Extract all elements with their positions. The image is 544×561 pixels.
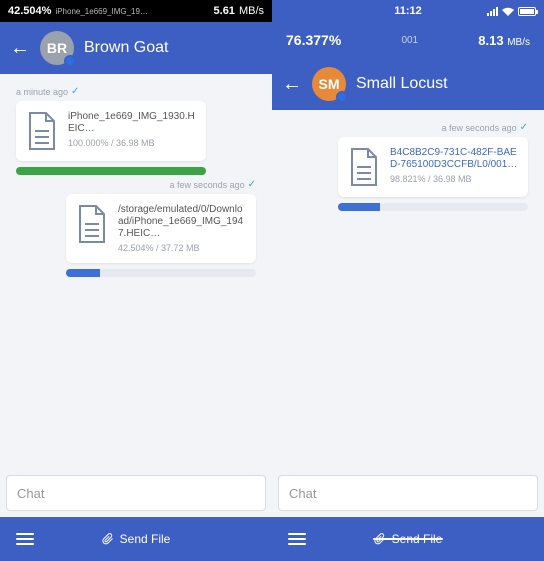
progress-bar <box>66 269 256 277</box>
status-bar: 11:12 <box>272 0 544 22</box>
contact-name: Brown Goat <box>84 39 168 57</box>
avatar[interactable]: BR <box>40 31 74 65</box>
signal-icon <box>487 7 498 16</box>
message-thread: a few seconds ago✓ B4C8B2C9-731C-482F-BA… <box>272 110 544 475</box>
message-incoming[interactable]: iPhone_1e669_IMG_1930.HEIC… 100.000% / 3… <box>6 101 266 161</box>
message-timestamp: a few seconds ago✓ <box>16 179 256 190</box>
status-rate-unit: MB/s <box>239 5 264 17</box>
chat-header: ← SM Small Locust <box>272 58 544 110</box>
footer-bar: Send File <box>272 517 544 561</box>
progress-bar <box>16 167 206 175</box>
chat-header: ← BR Brown Goat <box>0 22 272 74</box>
chat-placeholder: Chat <box>17 486 44 501</box>
check-icon: ✓ <box>71 86 79 97</box>
paperclip-icon <box>374 533 386 545</box>
avatar[interactable]: SM <box>312 67 346 101</box>
chat-input[interactable]: Chat <box>278 475 538 511</box>
paperclip-icon <box>102 533 114 545</box>
presence-dot-icon <box>64 55 76 67</box>
phone-right: 11:12 76.377% 001 8.13 MB/s ← SM Small L… <box>272 0 544 561</box>
status-time: 11:12 <box>394 5 422 17</box>
status-rate-val: 5.61 <box>214 5 235 17</box>
check-icon: ✓ <box>520 122 528 133</box>
check-icon: ✓ <box>248 179 256 190</box>
file-name: iPhone_1e669_IMG_1930.HEIC… <box>68 111 196 135</box>
phone-left: 42.504% iPhone_1e669_IMG_19… 5.61 MB/s ←… <box>0 0 272 561</box>
chat-input[interactable]: Chat <box>6 475 266 511</box>
document-icon <box>76 204 108 244</box>
message-outgoing[interactable]: B4C8B2C9-731C-482F-BAED-765100D3CCFB/L0/… <box>278 137 538 197</box>
menu-button[interactable] <box>272 533 322 545</box>
chat-placeholder: Chat <box>289 486 316 501</box>
file-meta: 98.821% / 36.98 MB <box>390 174 518 184</box>
wifi-icon <box>502 7 514 16</box>
message-timestamp: a few seconds ago✓ <box>288 122 528 133</box>
menu-button[interactable] <box>0 533 50 545</box>
message-timestamp: a minute ago✓ <box>16 86 256 97</box>
send-file-button[interactable]: Send File <box>50 532 222 546</box>
file-meta: 100.000% / 36.98 MB <box>68 138 196 148</box>
file-meta: 42.504% / 37.72 MB <box>118 243 246 253</box>
progress-rate: 8.13 MB/s <box>478 33 530 48</box>
battery-icon <box>518 7 536 16</box>
footer-bar: Send File <box>0 517 272 561</box>
document-icon <box>26 111 58 151</box>
contact-name: Small Locust <box>356 75 448 93</box>
document-icon <box>348 147 380 187</box>
message-outgoing[interactable]: /storage/emulated/0/Download/iPhone_1e66… <box>6 194 266 263</box>
file-name: B4C8B2C9-731C-482F-BAED-765100D3CCFB/L0/… <box>390 147 518 171</box>
avatar-initials: SM <box>319 76 340 92</box>
progress-pct: 76.377% <box>286 32 341 48</box>
progress-bar <box>338 203 528 211</box>
message-thread: a minute ago✓ iPhone_1e669_IMG_1930.HEIC… <box>0 74 272 475</box>
send-file-button[interactable]: Send File <box>322 532 494 546</box>
file-name: /storage/emulated/0/Download/iPhone_1e66… <box>118 204 246 240</box>
transfer-progress-bar: 76.377% 001 8.13 MB/s <box>272 22 544 58</box>
status-bar: 42.504% iPhone_1e669_IMG_19… 5.61 MB/s <box>0 0 272 22</box>
status-file-hint: iPhone_1e669_IMG_19… <box>55 7 148 16</box>
progress-mid: 001 <box>401 35 418 46</box>
presence-dot-icon <box>336 91 348 103</box>
status-pct: 42.504% <box>8 5 51 17</box>
avatar-initials: BR <box>47 40 67 56</box>
back-button[interactable]: ← <box>10 38 30 58</box>
back-button[interactable]: ← <box>282 74 302 94</box>
